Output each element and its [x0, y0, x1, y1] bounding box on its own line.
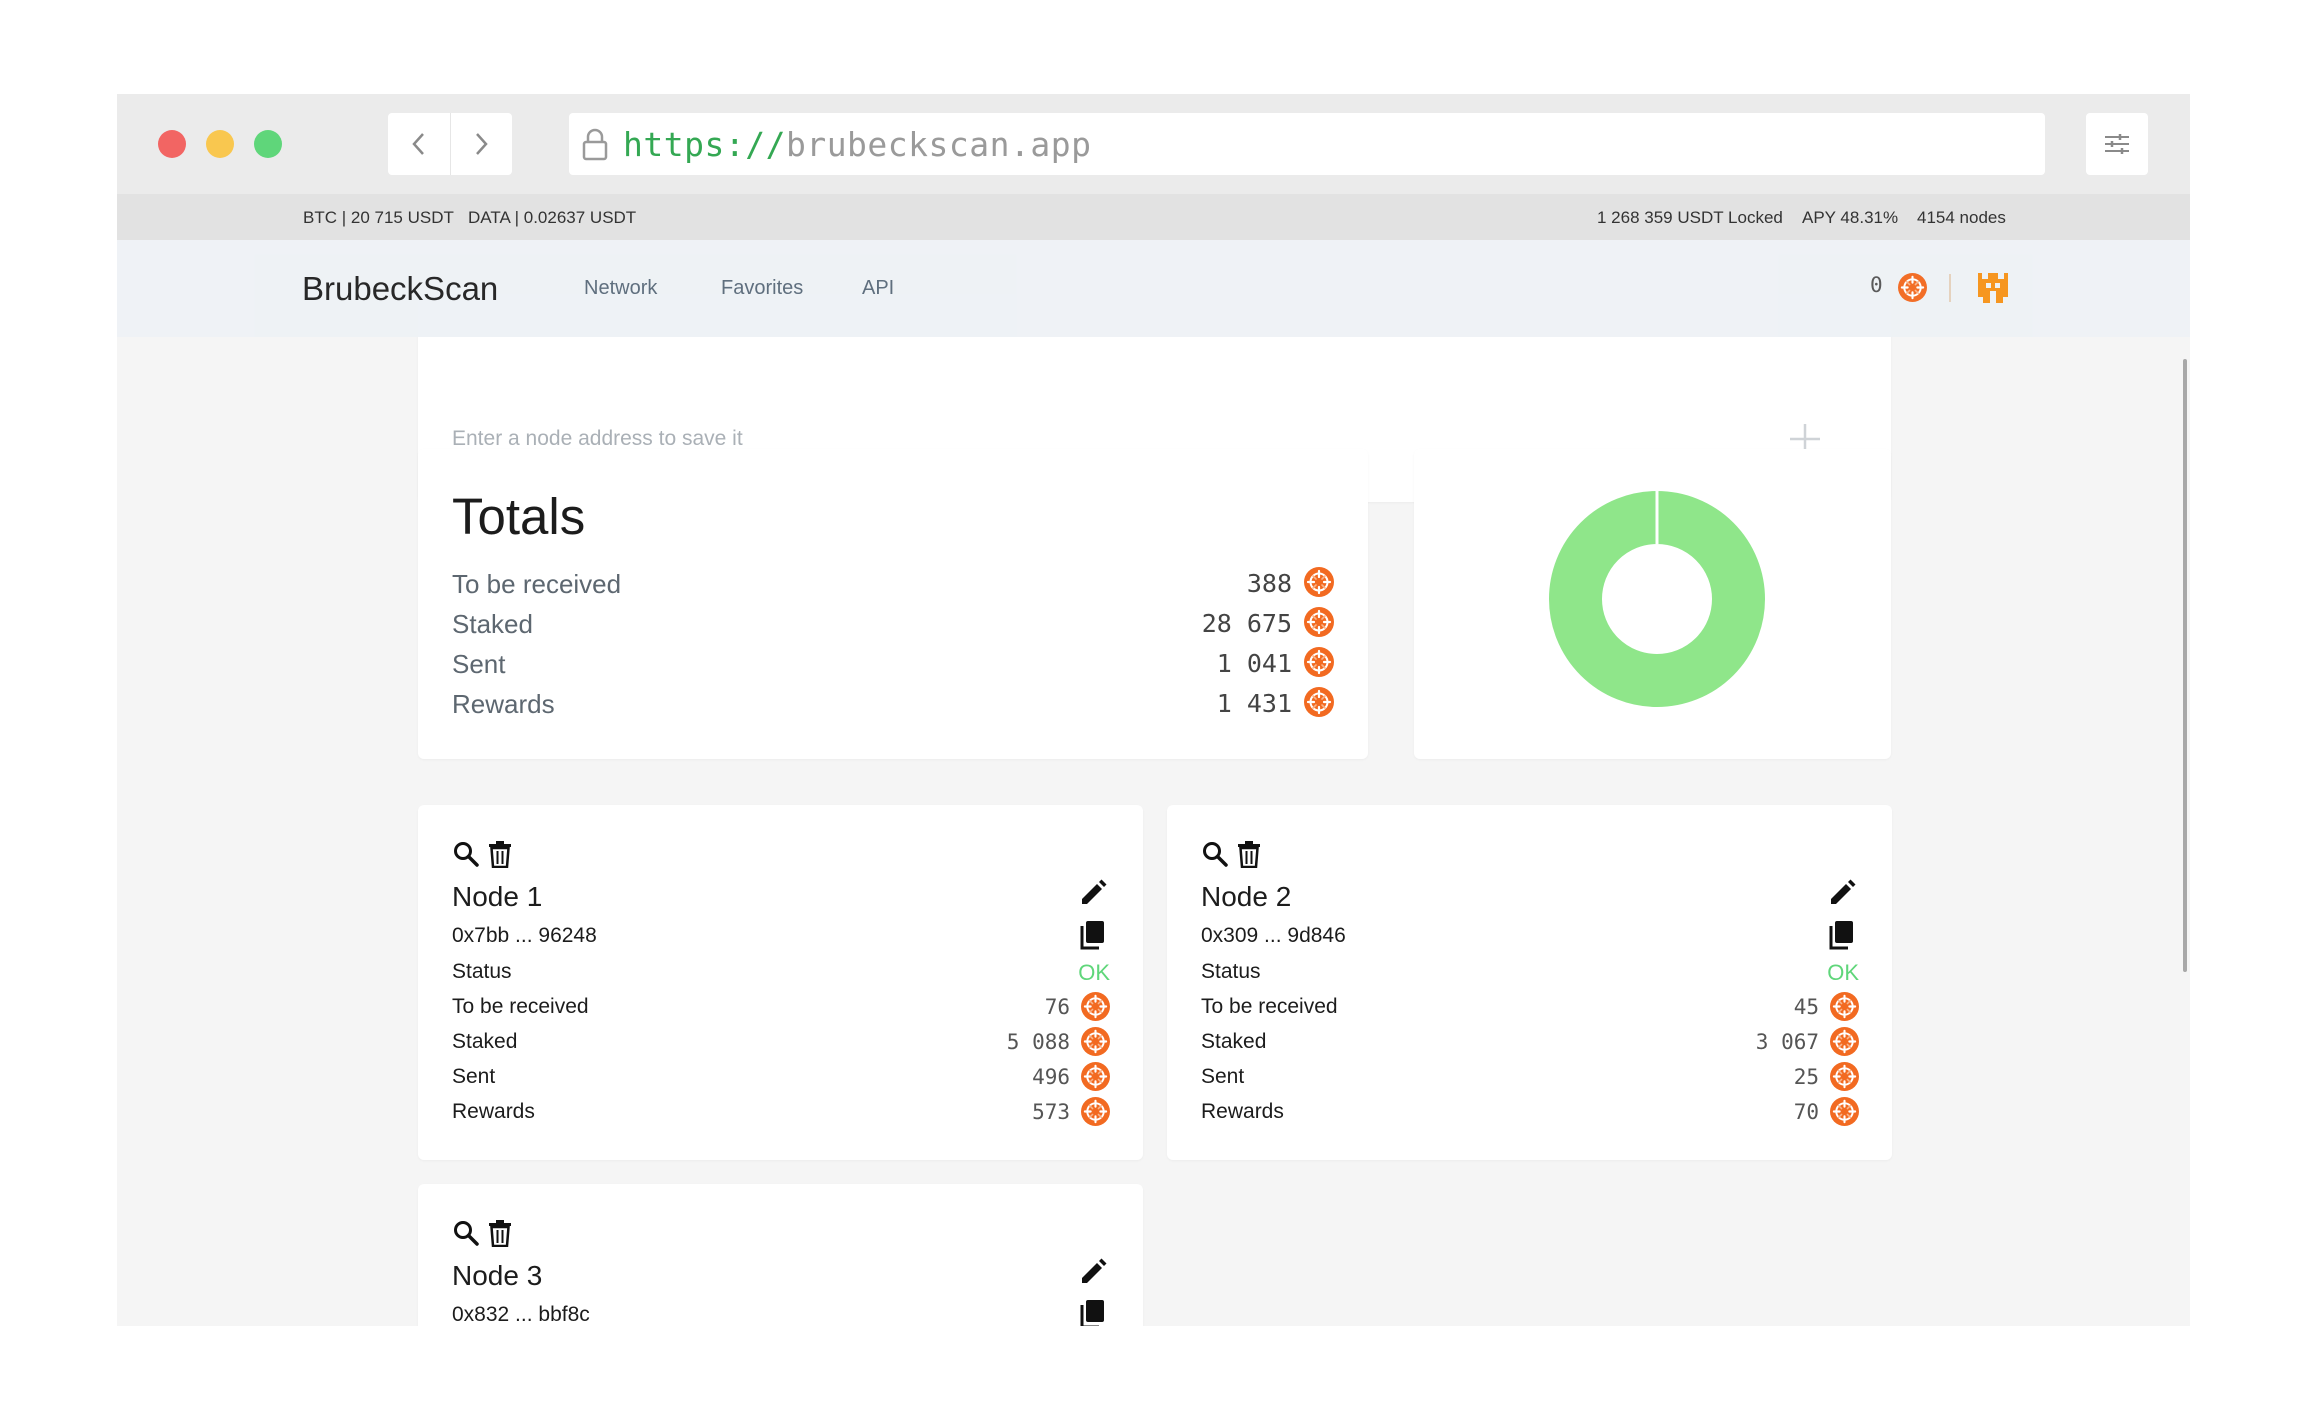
totals-label: Rewards	[452, 689, 555, 719]
node-stat-row: Rewards 70	[1201, 1095, 1859, 1129]
stat-label: Staked	[452, 1030, 518, 1053]
stat-value: 573	[1032, 1100, 1070, 1124]
node-stat-row: Staked 5 088	[452, 1025, 1110, 1059]
totals-label: Sent	[452, 649, 506, 679]
donut-chart	[1549, 491, 1765, 707]
trash-icon[interactable]	[1237, 840, 1261, 868]
data-coin-icon	[1081, 1097, 1110, 1126]
totals-row: Rewards 1 431	[452, 683, 1334, 723]
stat-label: To be received	[1201, 995, 1338, 1018]
totals-value: 388	[1246, 569, 1292, 598]
stat-value: 70	[1793, 1100, 1819, 1124]
node-tools	[1201, 840, 1261, 868]
node-card: Node 1 0x7bb ... 96248 Status OK To be r…	[418, 805, 1143, 1160]
node-card: Node 3 0x832 ... bbf8c	[418, 1184, 1143, 1326]
brand-logo[interactable]: BrubeckScan	[302, 270, 498, 308]
data-coin-icon	[1830, 992, 1859, 1021]
trash-icon[interactable]	[488, 1219, 512, 1247]
node-tools	[452, 840, 512, 868]
data-coin-icon	[1304, 687, 1334, 717]
stat-value: 3 067	[1755, 1030, 1819, 1054]
nav-favorites[interactable]: Favorites	[721, 277, 803, 300]
wallet-avatar-icon[interactable]	[1978, 273, 2008, 303]
scrollbar[interactable]	[2183, 359, 2187, 972]
pencil-icon[interactable]	[1079, 879, 1107, 907]
totals-label: To be received	[452, 569, 622, 599]
stat-value: 25	[1793, 1065, 1819, 1089]
node-stat-row: To be received 76	[452, 990, 1110, 1024]
status-label: Status	[1201, 960, 1261, 983]
status-badge: OK	[1827, 960, 1859, 985]
nav-api[interactable]: API	[862, 277, 894, 300]
data-coin-icon	[1304, 647, 1334, 677]
trash-icon[interactable]	[488, 840, 512, 868]
status-badge: OK	[1078, 960, 1110, 985]
data-coin-icon	[1898, 273, 1927, 302]
stat-label: Rewards	[1201, 1100, 1284, 1123]
pencil-icon[interactable]	[1828, 879, 1856, 907]
data-coin-icon	[1830, 1027, 1859, 1056]
data-coin-icon	[1304, 607, 1334, 637]
site-header: BrubeckScan Network Favorites API 0	[117, 240, 2190, 337]
node-address: 0x7bb ... 96248	[452, 924, 597, 947]
nav-network[interactable]: Network	[584, 277, 657, 300]
totals-row: Staked 28 675	[452, 603, 1334, 643]
copy-icon[interactable]	[1828, 920, 1854, 950]
node-status-row: Status OK	[1201, 955, 1859, 989]
search-icon[interactable]	[1201, 840, 1229, 868]
totals-card: Totals To be received 388 Staked 28 675 …	[418, 449, 1368, 759]
pencil-icon[interactable]	[1079, 1258, 1107, 1286]
copy-icon[interactable]	[1079, 920, 1105, 950]
totals-value: 1 431	[1216, 689, 1292, 718]
data-coin-icon	[1081, 992, 1110, 1021]
node-stat-row: Rewards 573	[452, 1095, 1110, 1129]
copy-icon[interactable]	[1079, 1299, 1105, 1326]
node-status-row: Status OK	[452, 955, 1110, 989]
stat-value: 76	[1044, 995, 1070, 1019]
browser-window: https://brubeckscan.app BTC | 20 715 USD…	[117, 94, 2190, 1326]
wallet-balance: 0	[1870, 273, 1883, 297]
stat-value: 45	[1793, 995, 1819, 1019]
stat-value: 496	[1032, 1065, 1070, 1089]
node-card: Node 2 0x309 ... 9d846 Status OK To be r…	[1167, 805, 1892, 1160]
node-stat-row: To be received 45	[1201, 990, 1859, 1024]
node-address: 0x309 ... 9d846	[1201, 924, 1346, 947]
totals-value: 1 041	[1216, 649, 1292, 678]
totals-row: To be received 388	[452, 563, 1334, 603]
node-name: Node 1	[452, 881, 543, 912]
totals-title: Totals	[452, 488, 586, 545]
node-name: Node 2	[1201, 881, 1292, 912]
divider	[1949, 274, 1951, 302]
stat-value: 5 088	[1006, 1030, 1070, 1054]
node-stat-row: Sent 496	[452, 1060, 1110, 1094]
data-coin-icon	[1081, 1027, 1110, 1056]
node-address: 0x832 ... bbf8c	[452, 1303, 590, 1326]
data-coin-icon	[1081, 1062, 1110, 1091]
status-label: Status	[452, 960, 512, 983]
totals-value: 28 675	[1201, 609, 1292, 638]
data-coin-icon	[1304, 567, 1334, 597]
totals-row: Sent 1 041	[452, 643, 1334, 683]
node-address-input[interactable]: Enter a node address to save it	[452, 427, 743, 451]
stat-label: Rewards	[452, 1100, 535, 1123]
stat-label: To be received	[452, 995, 589, 1018]
totals-label: Staked	[452, 609, 533, 639]
node-name: Node 3	[452, 1260, 543, 1291]
data-coin-icon	[1830, 1062, 1859, 1091]
search-icon[interactable]	[452, 840, 480, 868]
stat-label: Sent	[1201, 1065, 1245, 1088]
stat-label: Staked	[1201, 1030, 1267, 1053]
node-stat-row: Sent 25	[1201, 1060, 1859, 1094]
search-icon[interactable]	[452, 1219, 480, 1247]
data-coin-icon	[1830, 1097, 1859, 1126]
node-stat-row: Staked 3 067	[1201, 1025, 1859, 1059]
stat-label: Sent	[452, 1065, 496, 1088]
node-tools	[452, 1219, 512, 1247]
distribution-chart-card	[1414, 449, 1891, 759]
